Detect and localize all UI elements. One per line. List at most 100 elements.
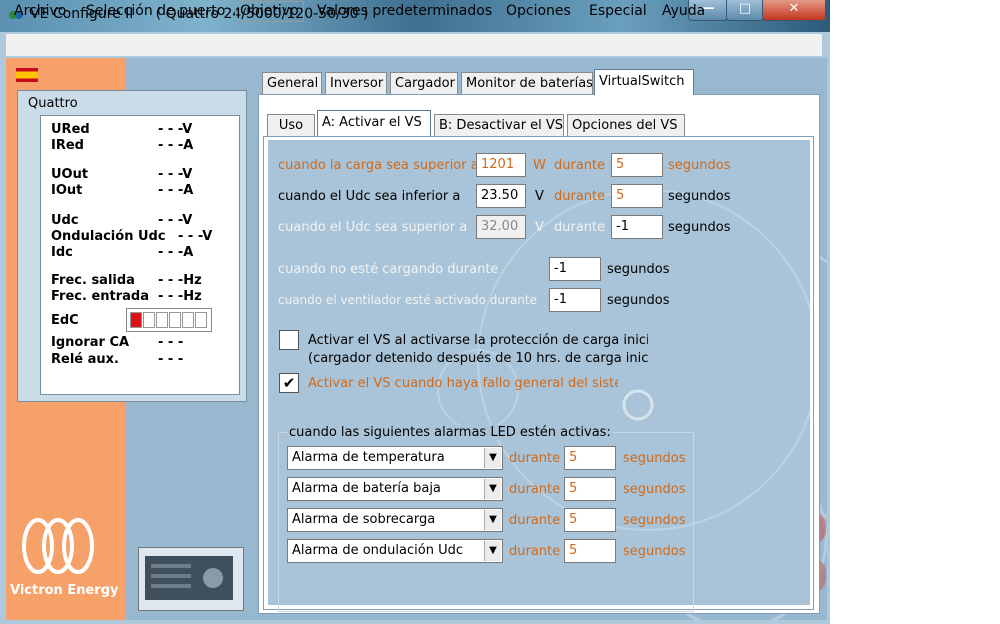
subtab-desactivar-vs[interactable]: B: Desactivar el VS [434, 114, 564, 136]
chevron-down-icon[interactable]: ▼ [484, 541, 501, 561]
status-value-ondulacion: - - -V [178, 229, 213, 244]
durante-label: durante [554, 220, 606, 235]
subtab-opciones-vs[interactable]: Opciones del VS [567, 114, 685, 136]
status-label-iout: IOut [51, 183, 83, 198]
alarm-select-value: Alarma de temperatura [292, 450, 445, 465]
durante-label: durante [509, 482, 561, 497]
menu-opciones[interactable]: Opciones [506, 3, 571, 19]
udc-low-threshold-input[interactable]: 23.50 [476, 184, 526, 208]
tab-virtualswitch[interactable]: VirtualSwitch [594, 69, 694, 95]
durante-label: durante [509, 513, 561, 528]
seconds-label: segundos [607, 262, 670, 277]
condition-label-carga: cuando la carga sea superior a [278, 158, 479, 173]
status-label-rele-aux: Relé aux. [51, 352, 119, 367]
status-label-ondulacion: Ondulación Udc [51, 229, 166, 244]
seconds-label: segundos [668, 158, 731, 173]
carga-threshold-input[interactable]: 1201 [476, 153, 526, 177]
alarm-select-value: Alarma de sobrecarga [292, 512, 436, 527]
subtab-uso[interactable]: Uso [267, 114, 315, 136]
desktop-background [830, 0, 1000, 624]
no-cargando-time-input[interactable]: -1 [549, 257, 601, 281]
menu-ayuda[interactable]: Ayuda [662, 3, 705, 19]
status-panel-title: Quattro [28, 96, 78, 111]
carga-inicial-label-line1: Activar el VS al activarse la protección… [308, 333, 648, 348]
timer-label-no-cargando: cuando no esté cargando durante [278, 262, 499, 277]
menu-especial[interactable]: Especial [589, 3, 647, 19]
status-value-ired: - - -A [158, 138, 194, 153]
menu-objetivo[interactable]: Objetivo [235, 1, 304, 22]
alarm-select-4[interactable]: Alarma de ondulación Udc ▼ [287, 539, 503, 563]
alarm-select-value: Alarma de batería baja [292, 481, 441, 496]
seconds-label: segundos [623, 482, 686, 497]
status-label-uout: UOut [51, 167, 89, 182]
alarm-time-input-1[interactable]: 5 [564, 446, 616, 470]
status-label-frec-entrada: Frec. entrada [51, 289, 149, 304]
condition-label-udc-inferior: cuando el Udc sea inferior a [278, 189, 461, 204]
alarm-time-input-3[interactable]: 5 [564, 508, 616, 532]
condition-label-udc-superior: cuando el Udc sea superior a [278, 220, 468, 235]
udc-low-time-input[interactable]: 5 [611, 184, 663, 208]
tab-inversor[interactable]: Inversor [325, 72, 387, 94]
status-value-idc: - - -A [158, 245, 194, 260]
seconds-label: segundos [668, 220, 731, 235]
menu-valores-predeterminados[interactable]: Valores predeterminados [317, 3, 492, 19]
soc-segment [143, 312, 155, 328]
durante-label: durante [509, 544, 561, 559]
soc-segment [130, 312, 142, 328]
status-label-ured: URed [51, 122, 90, 137]
status-value-iout: - - -A [158, 183, 194, 198]
carga-inicial-checkbox[interactable] [279, 330, 299, 350]
fallo-general-checkbox[interactable]: ✔ [279, 373, 299, 393]
spanish-flag-icon[interactable] [16, 68, 38, 82]
seconds-label: segundos [623, 513, 686, 528]
alarm-time-input-4[interactable]: 5 [564, 539, 616, 563]
durante-label: durante [554, 189, 606, 204]
alarm-select-2[interactable]: Alarma de batería baja ▼ [287, 477, 503, 501]
seconds-label: segundos [623, 451, 686, 466]
carga-inicial-label-line2: (cargador detenido después de 10 hrs. de… [308, 351, 648, 366]
unit-v: V [535, 220, 544, 235]
alarm-select-3[interactable]: Alarma de sobrecarga ▼ [287, 508, 503, 532]
status-label-ignorar-ca: Ignorar CA [51, 335, 130, 350]
status-value-ured: - - -V [158, 122, 193, 137]
tab-cargador[interactable]: Cargador [390, 72, 458, 94]
status-label-edc: EdC [51, 313, 79, 328]
soc-segment [156, 312, 168, 328]
tab-monitor-baterias[interactable]: Monitor de baterías [461, 72, 593, 94]
durante-label: durante [509, 451, 561, 466]
subtab-activar-vs[interactable]: A: Activar el VS [317, 110, 431, 136]
status-label-idc: Idc [51, 245, 73, 260]
status-value-rele-aux: - - - [158, 352, 184, 367]
menu-archivo[interactable]: Archivo [14, 3, 66, 19]
status-value-udc: - - -V [158, 213, 193, 228]
soc-segment [169, 312, 181, 328]
udc-high-time-input[interactable]: -1 [611, 215, 663, 239]
menu-bar [6, 34, 822, 56]
unit-w: W [533, 158, 546, 173]
alarm-time-input-2[interactable]: 5 [564, 477, 616, 501]
chevron-down-icon[interactable]: ▼ [484, 479, 501, 499]
alarm-group-caption: cuando las siguientes alarmas LED estén … [287, 425, 613, 440]
durante-label: durante [554, 158, 606, 173]
ventilador-time-input[interactable]: -1 [549, 288, 601, 312]
menu-seleccion-puerto[interactable]: Selección de puerto [86, 3, 225, 19]
timer-label-ventilador: cuando el ventilador esté activado duran… [278, 293, 537, 307]
udc-high-threshold-input[interactable]: 32.00 [476, 215, 526, 239]
alarm-select-1[interactable]: Alarma de temperatura ▼ [287, 446, 503, 470]
status-value-uout: - - -V [158, 167, 193, 182]
soc-segment [195, 312, 207, 328]
control-panel-image [145, 556, 233, 600]
status-label-ired: IRed [51, 138, 84, 153]
carga-time-input[interactable]: 5 [611, 153, 663, 177]
brand-name: Victron Energy [10, 583, 119, 598]
status-label-udc: Udc [51, 213, 79, 228]
tab-general[interactable]: General [262, 72, 322, 94]
chevron-down-icon[interactable]: ▼ [484, 510, 501, 530]
soc-segment [182, 312, 194, 328]
alarm-select-value: Alarma de ondulación Udc [292, 543, 463, 558]
maximize-button[interactable]: □ [726, 0, 764, 21]
close-button[interactable]: ✕ [762, 0, 826, 21]
seconds-label: segundos [607, 293, 670, 308]
chevron-down-icon[interactable]: ▼ [484, 448, 501, 468]
status-value-ignorar-ca: - - - [158, 335, 184, 350]
